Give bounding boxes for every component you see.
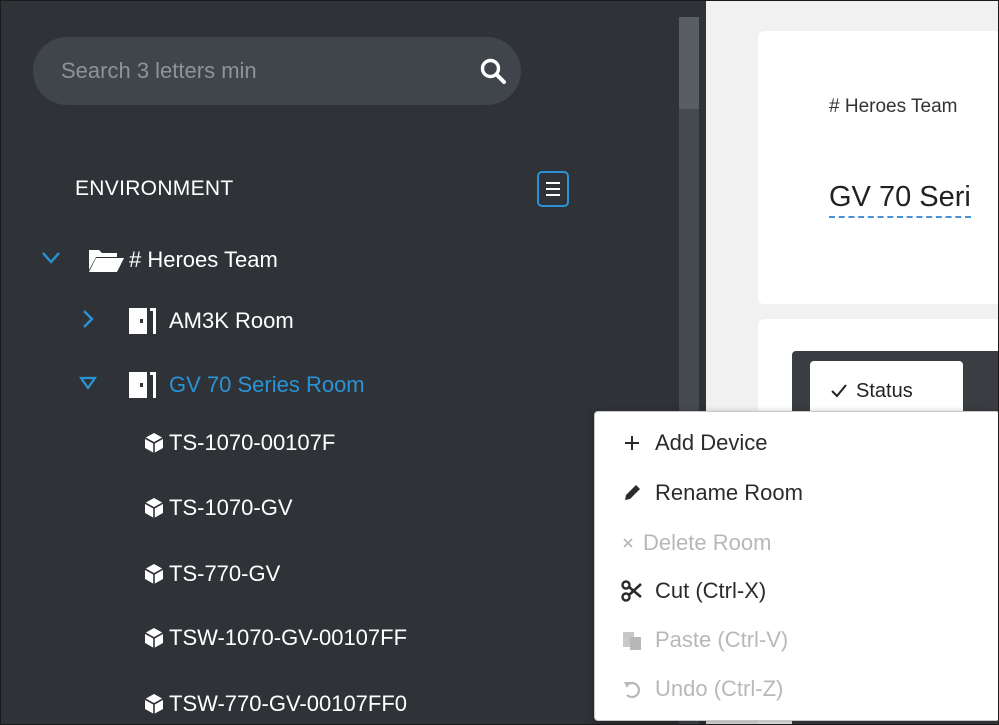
search-input[interactable] xyxy=(61,55,441,87)
menu-item-paste[interactable]: Paste (Ctrl-V) xyxy=(621,627,788,653)
cube-icon xyxy=(144,564,164,584)
menu-item-label: Delete Room xyxy=(643,530,772,555)
cube-icon xyxy=(144,433,164,453)
menu-item-undo[interactable]: Undo (Ctrl-Z) xyxy=(621,676,783,702)
menu-item-delete-room[interactable]: Delete Room xyxy=(621,530,771,556)
room-header-card xyxy=(758,31,998,304)
tree-item-heroes-team[interactable]: # Heroes Team xyxy=(87,246,278,274)
app-window: ENVIRONMENT # Heroes Team xyxy=(0,0,999,725)
cube-icon xyxy=(144,628,164,648)
menu-line xyxy=(546,194,560,196)
room-door-icon xyxy=(129,308,156,334)
scissors-icon xyxy=(621,580,643,602)
x-icon xyxy=(621,532,635,554)
tree-item-am3k-room[interactable]: AM3K Room xyxy=(127,306,294,336)
menu-item-rename-room[interactable]: Rename Room xyxy=(621,480,803,506)
search-icon[interactable] xyxy=(479,57,507,85)
menu-line xyxy=(546,188,560,190)
chevron-right-icon[interactable] xyxy=(81,309,95,329)
menu-item-cut[interactable]: Cut (Ctrl-X) xyxy=(621,578,766,604)
tree-item-device[interactable]: TSW-1070-GV-00107FF xyxy=(143,625,407,651)
paste-icon xyxy=(621,629,643,651)
tree-item-gv70-room[interactable]: GV 70 Series Room xyxy=(127,370,365,400)
menu-item-label: Undo (Ctrl-Z) xyxy=(655,676,784,701)
tree-item-device[interactable]: TS-1070-00107F xyxy=(143,430,335,456)
tree-item-label: # Heroes Team xyxy=(129,247,278,272)
tree-item-label: TS-770-GV xyxy=(169,561,281,586)
menu-item-label: Rename Room xyxy=(655,480,803,505)
chevron-down-icon[interactable] xyxy=(41,251,61,265)
environment-heading: ENVIRONMENT xyxy=(75,177,234,200)
breadcrumb[interactable]: # Heroes Team xyxy=(829,96,958,118)
environment-menu-button[interactable] xyxy=(537,171,569,207)
plus-icon xyxy=(621,432,643,454)
menu-item-label: Cut (Ctrl-X) xyxy=(655,578,767,603)
scrollbar-thumb[interactable] xyxy=(679,17,699,109)
menu-item-label: Paste (Ctrl-V) xyxy=(655,627,789,652)
search-box[interactable] xyxy=(33,37,521,105)
tab-label: Status xyxy=(856,379,913,402)
folder-open-icon xyxy=(89,250,124,272)
check-icon xyxy=(831,384,847,398)
tree-item-label: TS-1070-GV xyxy=(169,495,293,520)
tree-item-device[interactable]: TS-770-GV xyxy=(143,561,280,587)
pencil-icon xyxy=(621,482,643,504)
tree-item-label: TSW-1070-GV-00107FF xyxy=(169,625,408,650)
caret-down-icon[interactable] xyxy=(79,376,97,390)
tree-item-device[interactable]: TSW-770-GV-00107FF0 xyxy=(143,691,407,717)
context-menu: Add Device Rename Room Delete Room Cut (… xyxy=(594,411,998,721)
menu-line xyxy=(546,182,560,184)
undo-icon xyxy=(621,678,643,700)
tree-item-label: TSW-770-GV-00107FF0 xyxy=(169,691,408,716)
tree-item-label: GV 70 Series Room xyxy=(169,372,365,397)
room-title[interactable]: GV 70 Seri xyxy=(829,181,971,218)
menu-item-add-device[interactable]: Add Device xyxy=(621,430,768,456)
tree-item-label: TS-1070-00107F xyxy=(169,430,336,455)
tree-item-device[interactable]: TS-1070-GV xyxy=(143,495,293,521)
cube-icon xyxy=(144,498,164,518)
tree-item-label: AM3K Room xyxy=(169,308,294,333)
room-door-icon xyxy=(129,372,156,398)
cube-icon xyxy=(144,694,164,714)
menu-item-label: Add Device xyxy=(655,430,768,455)
